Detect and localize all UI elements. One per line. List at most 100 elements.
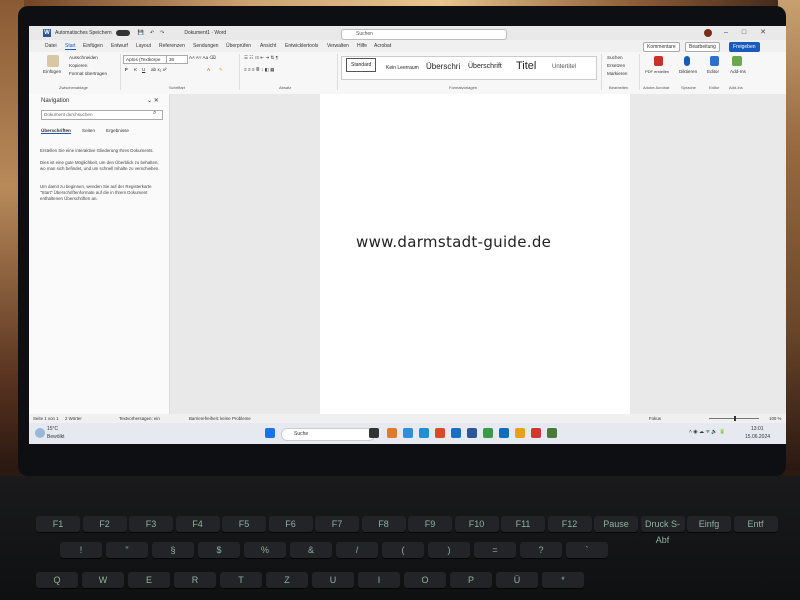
keyboard-fkey: F11 xyxy=(501,516,545,532)
dictate-button[interactable]: Diktieren xyxy=(679,69,697,74)
tab-referenzen[interactable]: Referenzen xyxy=(159,43,185,49)
list-buttons[interactable]: ☰ ☷ ⁝≡ ⇤ ⇥ ⇅ ¶ xyxy=(244,55,278,61)
font-size-select[interactable]: 36 xyxy=(166,55,188,64)
comments-button[interactable]: Kommentare xyxy=(643,42,680,52)
tab-entwicklertools[interactable]: Entwicklertools xyxy=(285,43,318,49)
highlight-icon[interactable]: ✎ xyxy=(219,67,223,73)
bold-button[interactable]: F xyxy=(125,67,128,72)
undo-icon[interactable]: ↶ xyxy=(150,30,154,36)
style-standard[interactable]: Standard xyxy=(346,58,377,72)
format-painter-button[interactable]: Format übertragen xyxy=(69,71,107,76)
start-icon[interactable] xyxy=(265,428,275,438)
clock-time[interactable]: 13:01 xyxy=(751,426,764,432)
weather-desc[interactable]: Bewölkt xyxy=(47,434,65,440)
paragraph-group-label: Absatz xyxy=(279,85,292,90)
nav-tab-results[interactable]: Ergebnisse xyxy=(106,128,129,133)
document-text[interactable]: www.darmstadt-guide.de xyxy=(356,233,551,251)
find-button[interactable]: Suchen xyxy=(607,55,623,60)
nav-tab-headings[interactable]: Überschriften xyxy=(41,128,71,134)
tab-start[interactable]: Start xyxy=(65,43,76,50)
addins-button[interactable]: Add-Ins xyxy=(730,69,746,74)
addins-icon[interactable] xyxy=(732,56,742,66)
style-heading1[interactable]: Überschri xyxy=(426,62,460,71)
style-subtitle[interactable]: Untertitel xyxy=(552,64,576,70)
editor-icon[interactable] xyxy=(710,56,719,66)
paste-button[interactable]: Einfügen xyxy=(43,69,61,74)
copy-button[interactable]: Kopieren xyxy=(69,63,87,68)
text-predictions[interactable]: Textvorhersagen: ein xyxy=(119,414,160,423)
tab-sendungen[interactable]: Sendungen xyxy=(193,43,219,49)
app-icon-1[interactable] xyxy=(387,428,397,438)
clock-date[interactable]: 15.06.2024 xyxy=(745,434,770,440)
weather-icon[interactable] xyxy=(35,428,45,438)
keyboard-fkey: F3 xyxy=(129,516,173,532)
share-button[interactable]: Freigeben xyxy=(729,42,760,52)
autosave-toggle[interactable] xyxy=(115,30,130,36)
tab-verwalten[interactable]: Verwalten xyxy=(327,43,349,49)
font-color-icon[interactable]: A xyxy=(207,67,210,72)
tab-entwurf[interactable]: Entwurf xyxy=(111,43,128,49)
tab-ansicht[interactable]: Ansicht xyxy=(260,43,276,49)
keyboard-fkey: Einfg xyxy=(687,516,731,532)
file-explorer-icon[interactable] xyxy=(515,428,525,438)
tab-hilfe[interactable]: Hilfe xyxy=(357,43,367,49)
outlook-icon[interactable] xyxy=(451,428,461,438)
replace-button[interactable]: Ersetzen xyxy=(607,63,625,68)
ribbon-tabs: Datei Start Einfügen Entwurf Layout Refe… xyxy=(29,40,786,52)
pdf-icon[interactable] xyxy=(654,56,663,66)
editor-button[interactable]: Editor xyxy=(707,69,719,74)
font-name-select[interactable]: Aptos (Textkörpe xyxy=(123,55,167,64)
app-icon-2[interactable] xyxy=(403,428,413,438)
keyboard: F1 F2 F3 F4 F5 F6 F7 F8 F9 F10 F11 F12 Pause Druck S-… xyxy=(0,476,800,600)
underline-button[interactable]: U xyxy=(142,67,145,72)
app-icon-6[interactable] xyxy=(547,428,557,438)
title-search-input[interactable]: Suchen xyxy=(341,29,507,40)
paste-icon[interactable] xyxy=(47,55,59,67)
style-no-spacing[interactable]: Kein Leerraum xyxy=(386,65,419,71)
search-icon[interactable]: ⌕ xyxy=(153,110,156,117)
accessibility-status[interactable]: Barrierefreiheit: keine Probleme xyxy=(189,414,251,423)
nav-search-input[interactable]: Dokument durchsuchen xyxy=(41,110,163,120)
microphone-icon[interactable] xyxy=(684,56,690,66)
italic-button[interactable]: K xyxy=(134,67,137,72)
avatar[interactable] xyxy=(704,29,712,37)
tab-datei[interactable]: Datei xyxy=(45,43,57,49)
edge-icon[interactable] xyxy=(419,428,429,438)
create-pdf-button[interactable]: PDF erstellen xyxy=(645,69,669,74)
tab-ueberpruefen[interactable]: Überprüfen xyxy=(226,43,251,49)
word-taskbar-icon[interactable] xyxy=(467,428,477,438)
taskbar: 15°C Bewölkt Suche ˄ ◉ ☁ ᯤ 🔈 🔋 13:01 15.… xyxy=(29,423,786,444)
nav-tab-pages[interactable]: Seiten xyxy=(82,128,95,133)
page-count[interactable]: Seite 1 von 1 xyxy=(33,414,59,423)
app-icon-3[interactable] xyxy=(483,428,493,438)
tab-einfuegen[interactable]: Einfügen xyxy=(83,43,103,49)
keyboard-fkey: Pause xyxy=(594,516,638,532)
cut-button[interactable]: Ausschneiden xyxy=(69,55,98,60)
edit-mode-button[interactable]: Bearbeitung xyxy=(685,42,720,52)
taskbar-search-input[interactable]: Suche xyxy=(281,428,375,441)
align-buttons[interactable]: ≡ ≡ ≡ ≣ ↕ ◧ ▦ xyxy=(244,67,275,73)
save-icon[interactable]: 💾 xyxy=(138,30,144,36)
weather-temp[interactable]: 15°C xyxy=(47,426,58,432)
tab-layout[interactable]: Layout xyxy=(136,43,151,49)
style-title[interactable]: Titel xyxy=(516,60,536,72)
app-icon-4[interactable] xyxy=(499,428,509,438)
redo-icon[interactable]: ↷ xyxy=(160,30,164,36)
format-buttons[interactable]: ab x₂ x² xyxy=(151,67,167,72)
focus-button[interactable]: Fokus xyxy=(649,414,661,423)
tray-icons[interactable]: ˄ ◉ ☁ ᯤ 🔈 🔋 xyxy=(689,429,725,435)
font-size-buttons[interactable]: A˄ A˅ Aa ⌫ xyxy=(189,55,216,61)
word-count[interactable]: 2 Wörter xyxy=(65,414,82,423)
zoom-slider-thumb[interactable] xyxy=(734,416,736,421)
firefox-icon[interactable] xyxy=(435,428,445,438)
style-heading2[interactable]: Überschrift xyxy=(468,63,502,70)
window-controls[interactable]: –□✕ xyxy=(724,28,780,36)
zoom-level[interactable]: 100 % xyxy=(769,414,781,423)
keyboard-fkey: F10 xyxy=(454,516,499,532)
tab-acrobat[interactable]: Acrobat xyxy=(374,43,391,49)
task-view-icon[interactable] xyxy=(369,428,379,438)
select-button[interactable]: Markieren xyxy=(607,71,627,76)
nav-close-icon[interactable]: ⌄ ✕ xyxy=(147,97,159,104)
document-page[interactable]: www.darmstadt-guide.de xyxy=(320,94,630,414)
app-icon-5[interactable] xyxy=(531,428,541,438)
